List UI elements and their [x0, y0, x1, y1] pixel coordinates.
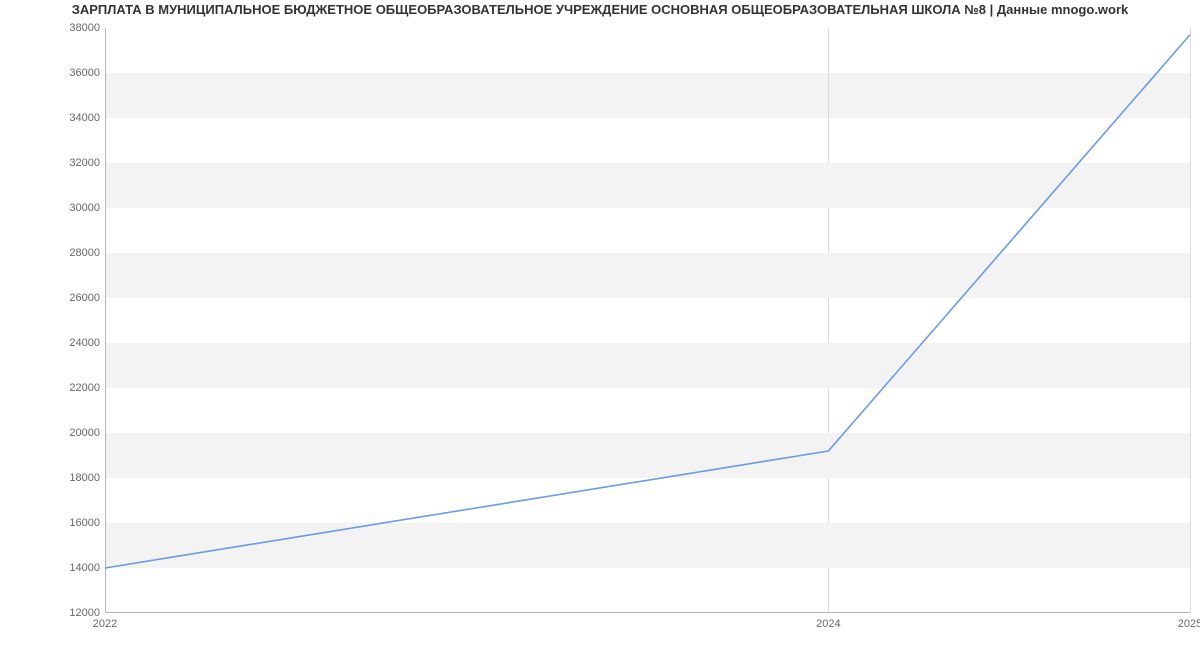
- y-tick-label: 30000: [5, 202, 100, 214]
- plot-area: [105, 28, 1190, 613]
- x-tick-label: 2024: [816, 618, 840, 630]
- y-tick-label: 36000: [5, 67, 100, 79]
- y-tick-label: 20000: [5, 427, 100, 439]
- chart-title: ЗАРПЛАТА В МУНИЦИПАЛЬНОЕ БЮДЖЕТНОЕ ОБЩЕО…: [0, 2, 1200, 17]
- y-tick-label: 12000: [5, 607, 100, 619]
- y-tick-label: 28000: [5, 247, 100, 259]
- series-line: [105, 35, 1190, 568]
- x-gridline: [1190, 28, 1191, 613]
- x-tick-label: 2025: [1178, 618, 1200, 630]
- x-tick-label: 2022: [93, 618, 117, 630]
- y-tick-label: 26000: [5, 292, 100, 304]
- y-tick-label: 24000: [5, 337, 100, 349]
- y-tick-label: 32000: [5, 157, 100, 169]
- y-tick-label: 14000: [5, 562, 100, 574]
- y-tick-label: 34000: [5, 112, 100, 124]
- y-tick-label: 18000: [5, 472, 100, 484]
- line-layer: [105, 28, 1190, 613]
- y-tick-label: 38000: [5, 22, 100, 34]
- y-tick-label: 22000: [5, 382, 100, 394]
- y-tick-label: 16000: [5, 517, 100, 529]
- chart-container: ЗАРПЛАТА В МУНИЦИПАЛЬНОЕ БЮДЖЕТНОЕ ОБЩЕО…: [0, 0, 1200, 650]
